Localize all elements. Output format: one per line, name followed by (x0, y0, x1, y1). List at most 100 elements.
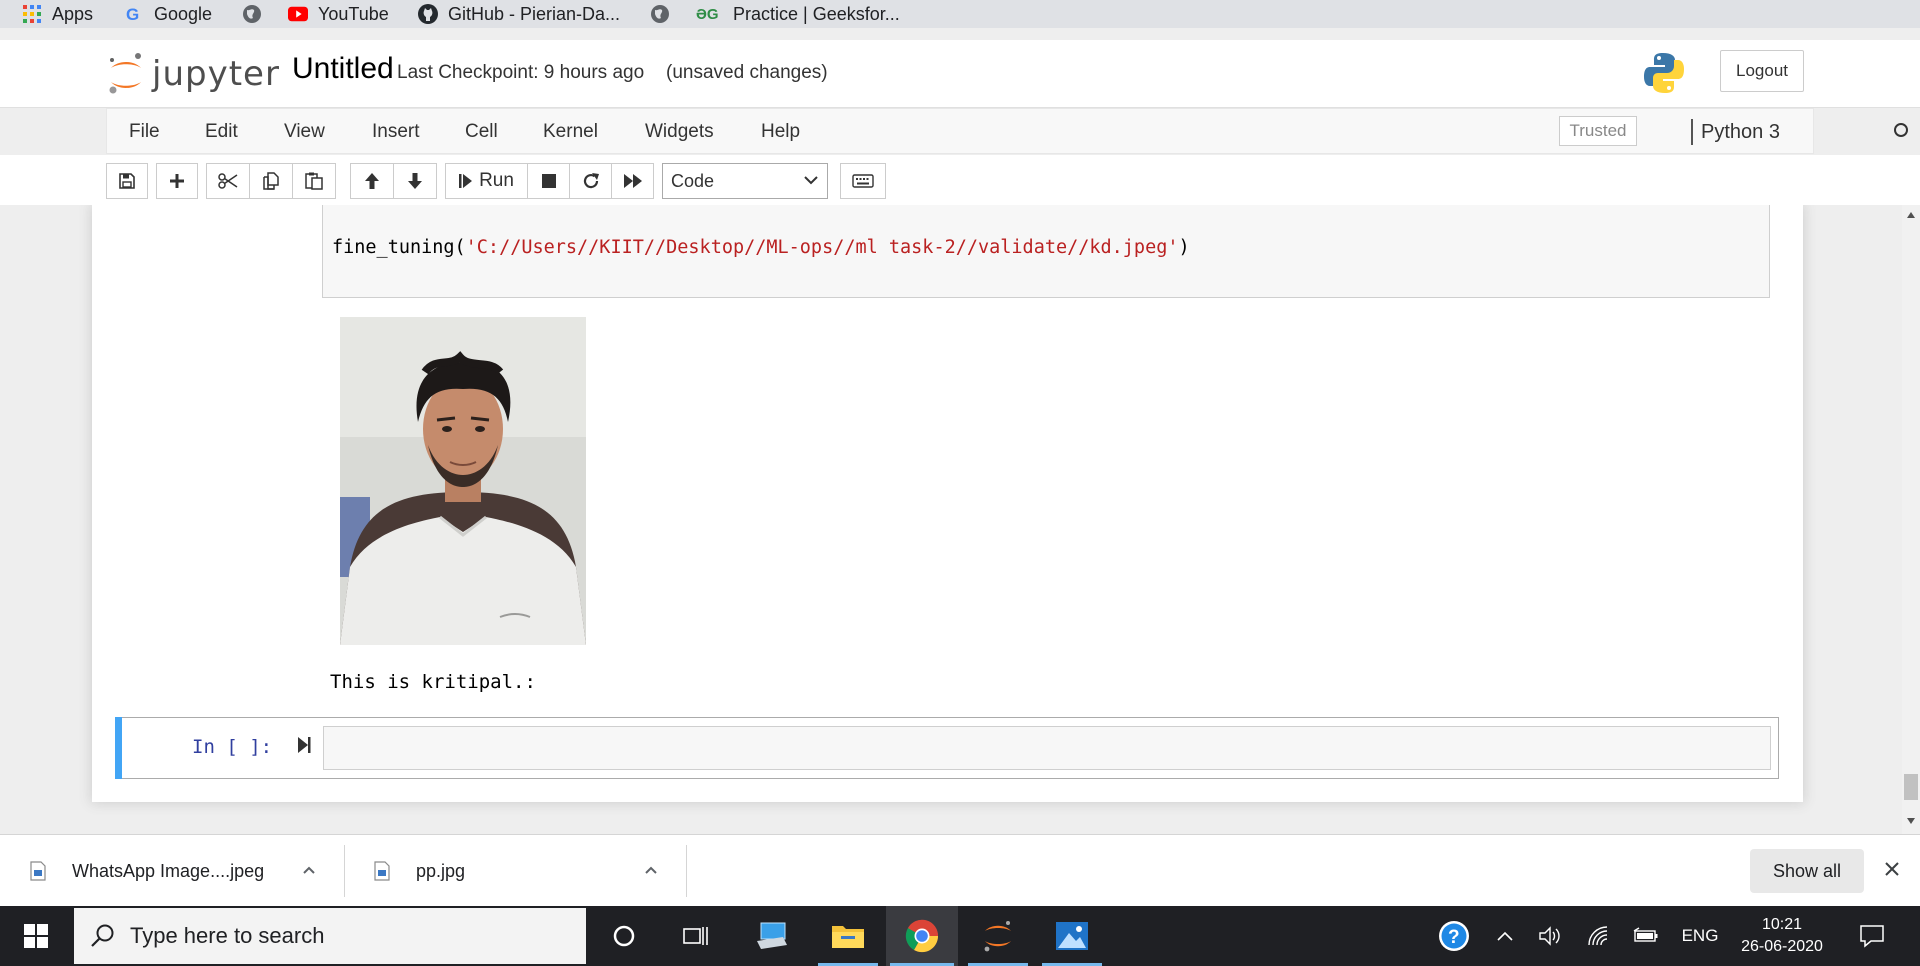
output-image (340, 317, 586, 645)
github-icon (418, 4, 438, 24)
command-palette-button[interactable] (840, 163, 886, 199)
jupyter-wordmark: jupyter (152, 54, 280, 94)
cut-button[interactable] (206, 163, 250, 199)
menu-edit[interactable]: Edit (205, 121, 238, 143)
help-icon: ? (1439, 921, 1469, 951)
start-button[interactable] (0, 906, 72, 966)
bookmark-globe-2[interactable] (650, 0, 680, 28)
bookmark-google[interactable]: G Google (124, 0, 212, 28)
show-hidden-icons-button[interactable] (1488, 906, 1522, 966)
add-cell-icon (170, 174, 184, 188)
scroll-up-icon[interactable] (1906, 211, 1916, 219)
bookmark-label: Google (154, 3, 213, 24)
scroll-down-icon[interactable] (1906, 817, 1916, 825)
notification-center-button[interactable] (1850, 906, 1894, 966)
cut-icon (218, 173, 238, 189)
taskbar-app-pc[interactable] (736, 906, 808, 966)
restart-icon (583, 173, 599, 189)
taskbar-clock[interactable]: 10:21 26-06-2020 (1730, 914, 1834, 958)
volume-icon (1539, 926, 1560, 946)
jupyter-app-icon (984, 921, 1011, 952)
run-icon (459, 174, 473, 188)
cell-output-text: This is kritipal.: (330, 671, 536, 693)
bookmark-apps[interactable]: Apps (22, 0, 93, 28)
copy-button[interactable] (249, 163, 293, 199)
menu-kernel[interactable]: Kernel (543, 121, 598, 143)
menu-file[interactable]: File (129, 121, 160, 143)
empty-code-cell[interactable]: In [ ]: (115, 717, 1779, 779)
taskbar-app-jupyter[interactable] (962, 906, 1034, 966)
volume-button[interactable] (1532, 906, 1568, 966)
menu-insert[interactable]: Insert (372, 121, 420, 143)
network-button[interactable] (1580, 906, 1616, 966)
bookmark-youtube[interactable]: YouTube (288, 0, 389, 28)
restart-kernel-button[interactable] (569, 163, 612, 199)
interrupt-kernel-button[interactable] (527, 163, 570, 199)
jupyter-logo[interactable]: jupyter (108, 49, 280, 99)
menubar: File Edit View Insert Cell Kernel Widget… (106, 108, 1908, 154)
svg-text:G: G (126, 5, 139, 23)
move-up-button[interactable] (350, 163, 394, 199)
show-all-downloads-button[interactable]: Show all (1750, 849, 1864, 893)
taskbar-search-box[interactable]: Type here to search (74, 908, 586, 964)
svg-text:ƏG: ƏG (696, 6, 719, 22)
search-placeholder: Type here to search (130, 923, 325, 948)
page-scrollbar[interactable] (1902, 205, 1920, 834)
bookmark-geeksforgeeks[interactable]: ƏG Practice | Geeksfor... (695, 0, 900, 28)
notebook-site[interactable]: fine_tuning('C://Users//KIIT//Desktop//M… (0, 205, 1902, 834)
chevron-down-icon (804, 176, 818, 185)
notification-icon (1860, 925, 1884, 948)
menu-view[interactable]: View (284, 121, 325, 143)
help-tray-button[interactable]: ? (1434, 906, 1474, 966)
run-button[interactable]: Run (445, 163, 528, 199)
close-icon[interactable] (1880, 857, 1904, 881)
download-item-2[interactable]: pp.jpg (374, 835, 674, 907)
insert-cell-button[interactable] (156, 163, 198, 199)
run-cell-icon[interactable] (297, 736, 311, 754)
python-logo-icon (1642, 51, 1686, 95)
download-item-1[interactable]: WhatsApp Image....jpeg (30, 835, 330, 907)
trusted-indicator[interactable]: Trusted (1559, 116, 1637, 146)
save-button[interactable] (106, 163, 148, 199)
this-pc-icon (757, 922, 787, 949)
bookmark-label: YouTube (318, 3, 389, 24)
bookmark-globe-1[interactable] (242, 0, 272, 28)
bookmark-label: Apps (52, 3, 94, 24)
geeksforgeeks-icon: ƏG (695, 4, 723, 24)
bookmark-github[interactable]: GitHub - Pierian-Da... (418, 0, 620, 28)
logout-button[interactable]: Logout (1720, 50, 1804, 92)
clock-date: 26-06-2020 (1741, 938, 1823, 955)
fast-forward-icon (623, 174, 642, 188)
move-down-button[interactable] (393, 163, 437, 199)
menu-help[interactable]: Help (761, 121, 800, 143)
battery-button[interactable] (1628, 906, 1664, 966)
svg-text:?: ? (1448, 927, 1460, 948)
code-close-paren: ) (1178, 237, 1190, 258)
restart-run-all-button[interactable] (611, 163, 654, 199)
run-button-group: Run (445, 163, 654, 199)
menu-cell[interactable]: Cell (465, 121, 498, 143)
save-icon (119, 173, 135, 189)
chevron-up-icon[interactable] (302, 865, 316, 875)
taskbar-app-photos[interactable] (1036, 906, 1108, 966)
code-string-literal: 'C://Users//KIIT//Desktop//ML-ops//ml ta… (465, 237, 1179, 258)
taskbar-app-chrome[interactable] (886, 906, 958, 966)
input-language[interactable]: ENG (1676, 906, 1724, 966)
scrollbar-thumb[interactable] (1904, 774, 1918, 800)
cell-type-select[interactable]: Code (662, 163, 828, 199)
menu-widgets[interactable]: Widgets (645, 121, 714, 143)
paste-button[interactable] (292, 163, 336, 199)
photos-icon (1056, 922, 1088, 950)
wifi-icon (1588, 926, 1608, 946)
cortana-button[interactable] (588, 906, 660, 966)
autosave-status: (unsaved changes) (666, 62, 828, 83)
jupyter-logo-icon (109, 53, 141, 94)
bookmark-label: GitHub - Pierian-Da... (448, 3, 621, 24)
taskbar-app-file-explorer[interactable] (812, 906, 884, 966)
task-view-button[interactable] (660, 906, 732, 966)
notebook-title[interactable]: Untitled (292, 52, 394, 86)
empty-cell-input[interactable] (323, 726, 1771, 770)
search-icon (91, 924, 114, 947)
windows-logo-icon (24, 924, 48, 948)
chevron-up-icon[interactable] (644, 865, 658, 875)
